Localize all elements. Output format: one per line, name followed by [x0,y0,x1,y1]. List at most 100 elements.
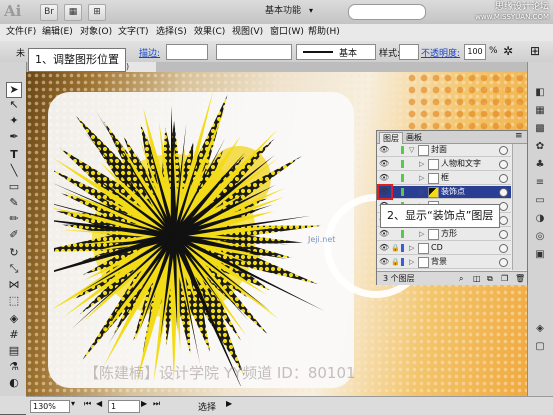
line-tool-icon[interactable]: ╲ [7,164,21,178]
expand-icon[interactable]: ▷ [419,158,424,170]
layer-row[interactable]: 👁 ▷ 方形 [377,228,511,241]
rectangle-tool-icon[interactable]: ▭ [7,180,21,194]
collapse-icon[interactable]: ▽ [409,144,414,156]
appearance-icon[interactable]: ◎ [533,230,547,244]
scale-tool-icon[interactable]: ⤡ [7,262,21,276]
expand-icon[interactable]: ▷ [419,186,424,198]
magic-wand-tool-icon[interactable]: ✦ [7,114,21,128]
stroke-panel-icon[interactable]: ≡ [533,176,547,190]
brush-definition-dropdown[interactable]: 基本 [296,44,376,60]
artboards-panel-icon[interactable]: ▢ [533,340,547,354]
eye-icon[interactable]: 👁 [379,229,389,239]
first-artboard-icon[interactable]: ⏮ [84,399,91,409]
variable-width-dropdown[interactable] [216,44,292,60]
menu-object[interactable]: 对象(O) [80,26,112,38]
stroke-link[interactable]: 描边: [139,46,160,59]
rotate-tool-icon[interactable]: ↻ [7,246,21,260]
selection-tool-icon[interactable]: ➤ [6,82,22,98]
align-options-icon[interactable]: ⊞ [530,44,540,58]
new-sublayer-icon[interactable]: ⧉ [487,272,493,285]
clipping-mask-icon[interactable]: ◫ [473,272,481,285]
layer-row[interactable]: 👁 ▷ 人物和文字 [377,158,511,171]
bridge-icon[interactable]: Br [40,4,58,21]
shape-builder-tool-icon[interactable]: ◈ [7,312,21,326]
expand-icon[interactable]: ▷ [409,256,414,268]
previous-artboard-icon[interactable]: ◀ [96,399,102,408]
chevron-down-icon[interactable]: ▾ [71,399,75,408]
eye-icon[interactable]: 👁 [379,243,389,253]
next-artboard-icon[interactable]: ▶ [141,399,147,408]
gradient-tool-icon[interactable]: ▤ [7,344,21,358]
recolor-artwork-icon[interactable]: ✲ [503,44,513,58]
lock-icon[interactable]: 🔒 [391,257,400,267]
transparency-icon[interactable]: ◑ [533,212,547,226]
new-layer-icon[interactable]: ❐ [501,272,508,285]
panel-menu-icon[interactable]: ≡ [515,131,523,141]
blob-brush-tool-icon[interactable]: ✐ [7,228,21,242]
graphic-style-dropdown[interactable] [399,44,419,60]
help-search-input[interactable] [348,4,426,20]
paintbrush-tool-icon[interactable]: ✎ [7,196,21,210]
layer-row[interactable]: 👁 🔒 ▷ CD [377,242,511,255]
mesh-tool-icon[interactable]: # [7,328,21,342]
graphic-styles-icon[interactable]: ▣ [533,248,547,262]
menu-edit[interactable]: 编辑(E) [42,26,73,38]
opacity-input[interactable]: 100 [464,44,486,60]
target-icon[interactable] [499,174,508,183]
layer-row[interactable]: 👁 🔒 ▷ 背景 [377,256,511,269]
color-guide-icon[interactable]: ▦ [533,104,547,118]
expand-icon[interactable]: ▷ [419,228,424,240]
free-transform-tool-icon[interactable]: ⬚ [7,294,21,308]
eye-icon[interactable]: 👁 [379,145,389,155]
tab-layers[interactable]: 图层 [379,132,403,144]
menu-help[interactable]: 帮助(H) [308,26,340,38]
type-tool-icon[interactable]: T [7,148,21,162]
layer-row[interactable]: 👁 ▷ 装饰点 [377,186,511,199]
last-artboard-icon[interactable]: ⏭ [153,399,160,409]
target-icon[interactable] [499,244,508,253]
menu-effect[interactable]: 效果(C) [194,26,225,38]
locate-object-icon[interactable]: ⌕ [459,272,463,285]
menu-window[interactable]: 窗口(W) [270,26,304,38]
menu-select[interactable]: 选择(S) [156,26,187,38]
chevron-down-icon[interactable]: ▾ [309,6,313,15]
target-icon[interactable] [499,188,508,197]
swatches-icon[interactable]: ▩ [533,122,547,136]
target-icon[interactable] [499,230,508,239]
artboard-number-input[interactable]: 1 [108,400,140,413]
view-options-icon[interactable]: ⊞ [88,4,106,21]
target-icon[interactable] [499,160,508,169]
blend-tool-icon[interactable]: ◐ [7,376,21,390]
workspace-switcher[interactable]: 基本功能 [265,4,301,19]
width-tool-icon[interactable]: ⋈ [7,278,21,292]
eye-icon[interactable]: 👁 [379,257,389,267]
eye-icon[interactable]: 👁 [379,173,389,183]
layers-panel-icon[interactable]: ◈ [533,322,547,336]
brushes-icon[interactable]: ✿ [533,140,547,154]
pen-tool-icon[interactable]: ✒ [7,130,21,144]
expand-icon[interactable]: ▷ [409,242,414,254]
menu-file[interactable]: 文件(F) [6,26,36,38]
expand-icon[interactable]: ▷ [419,172,424,184]
zoom-level[interactable]: 130% [30,400,70,413]
opacity-link[interactable]: 不透明度: [421,46,460,59]
gradient-panel-icon[interactable]: ▭ [533,194,547,208]
layer-row[interactable]: 👁 ▷ 框 [377,172,511,185]
stroke-weight-dropdown[interactable] [166,44,208,60]
direct-selection-tool-icon[interactable]: ↖ [7,98,21,112]
layer-row[interactable]: 👁 ▽ 封面 [377,144,511,157]
status-menu-icon[interactable]: ▶ [226,399,232,408]
layers-scrollbar[interactable] [512,144,527,270]
delete-layer-icon[interactable]: 🗑 [515,272,525,285]
menu-type[interactable]: 文字(T) [118,26,149,38]
eyedropper-tool-icon[interactable]: ⚗ [7,360,21,374]
target-icon[interactable] [499,146,508,155]
color-panel-icon[interactable]: ◧ [533,86,547,100]
pencil-tool-icon[interactable]: ✏ [7,212,21,226]
arrange-documents-icon[interactable]: ▦ [64,4,82,21]
tab-artboards[interactable]: 画板 [403,132,425,143]
target-icon[interactable] [499,258,508,267]
menu-view[interactable]: 视图(V) [232,26,263,38]
eye-icon[interactable]: 👁 [379,159,389,169]
symbols-icon[interactable]: ♣ [533,158,547,172]
